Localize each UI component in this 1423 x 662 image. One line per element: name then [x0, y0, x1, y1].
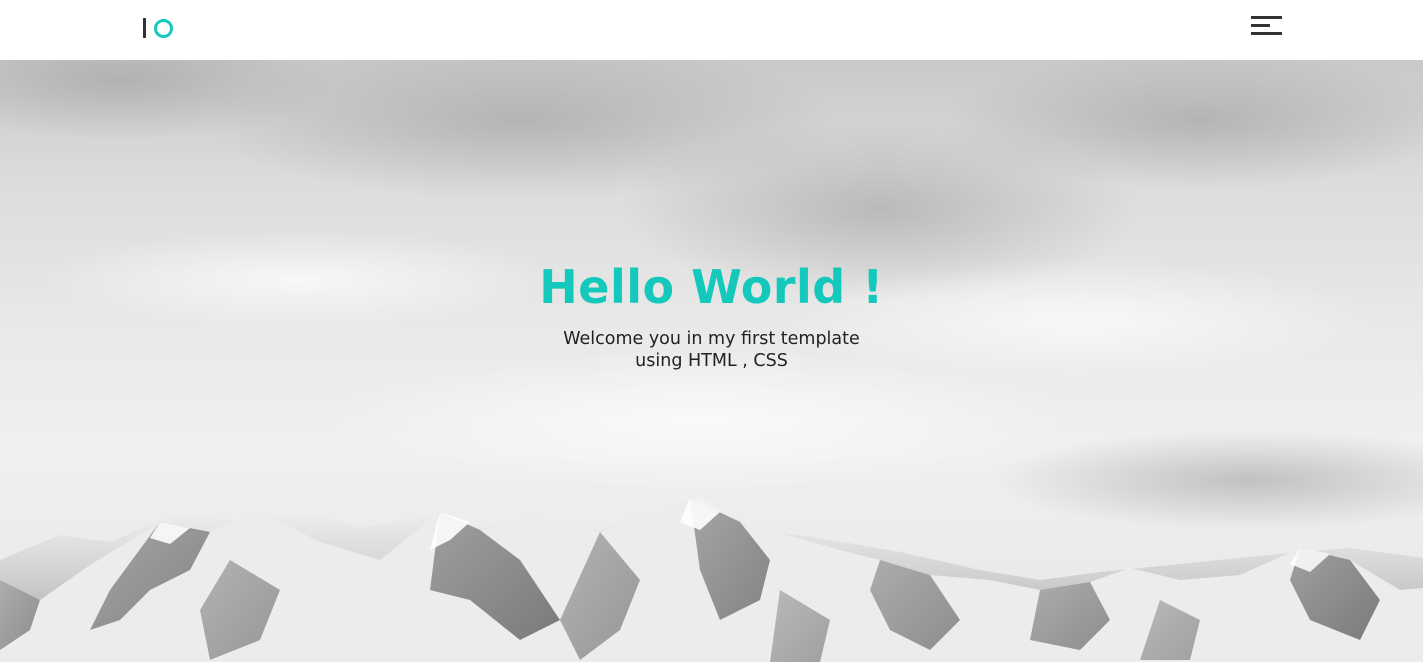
menu-line-bottom [1251, 32, 1282, 35]
hero-content: Hello World ! Welcome you in my first te… [0, 260, 1423, 372]
hamburger-menu-icon[interactable] [1251, 15, 1282, 37]
hero-subtitle: Welcome you in my first template using H… [563, 329, 860, 371]
menu-line-top [1251, 16, 1282, 19]
site-header [0, 0, 1423, 60]
menu-line-middle [1251, 24, 1270, 27]
hero-title: Hello World ! [539, 260, 884, 314]
hero-section: Hello World ! Welcome you in my first te… [0, 60, 1423, 662]
io-logo[interactable] [143, 17, 173, 39]
logo-ring-mark [154, 18, 173, 38]
logo-bar-mark [143, 18, 146, 38]
